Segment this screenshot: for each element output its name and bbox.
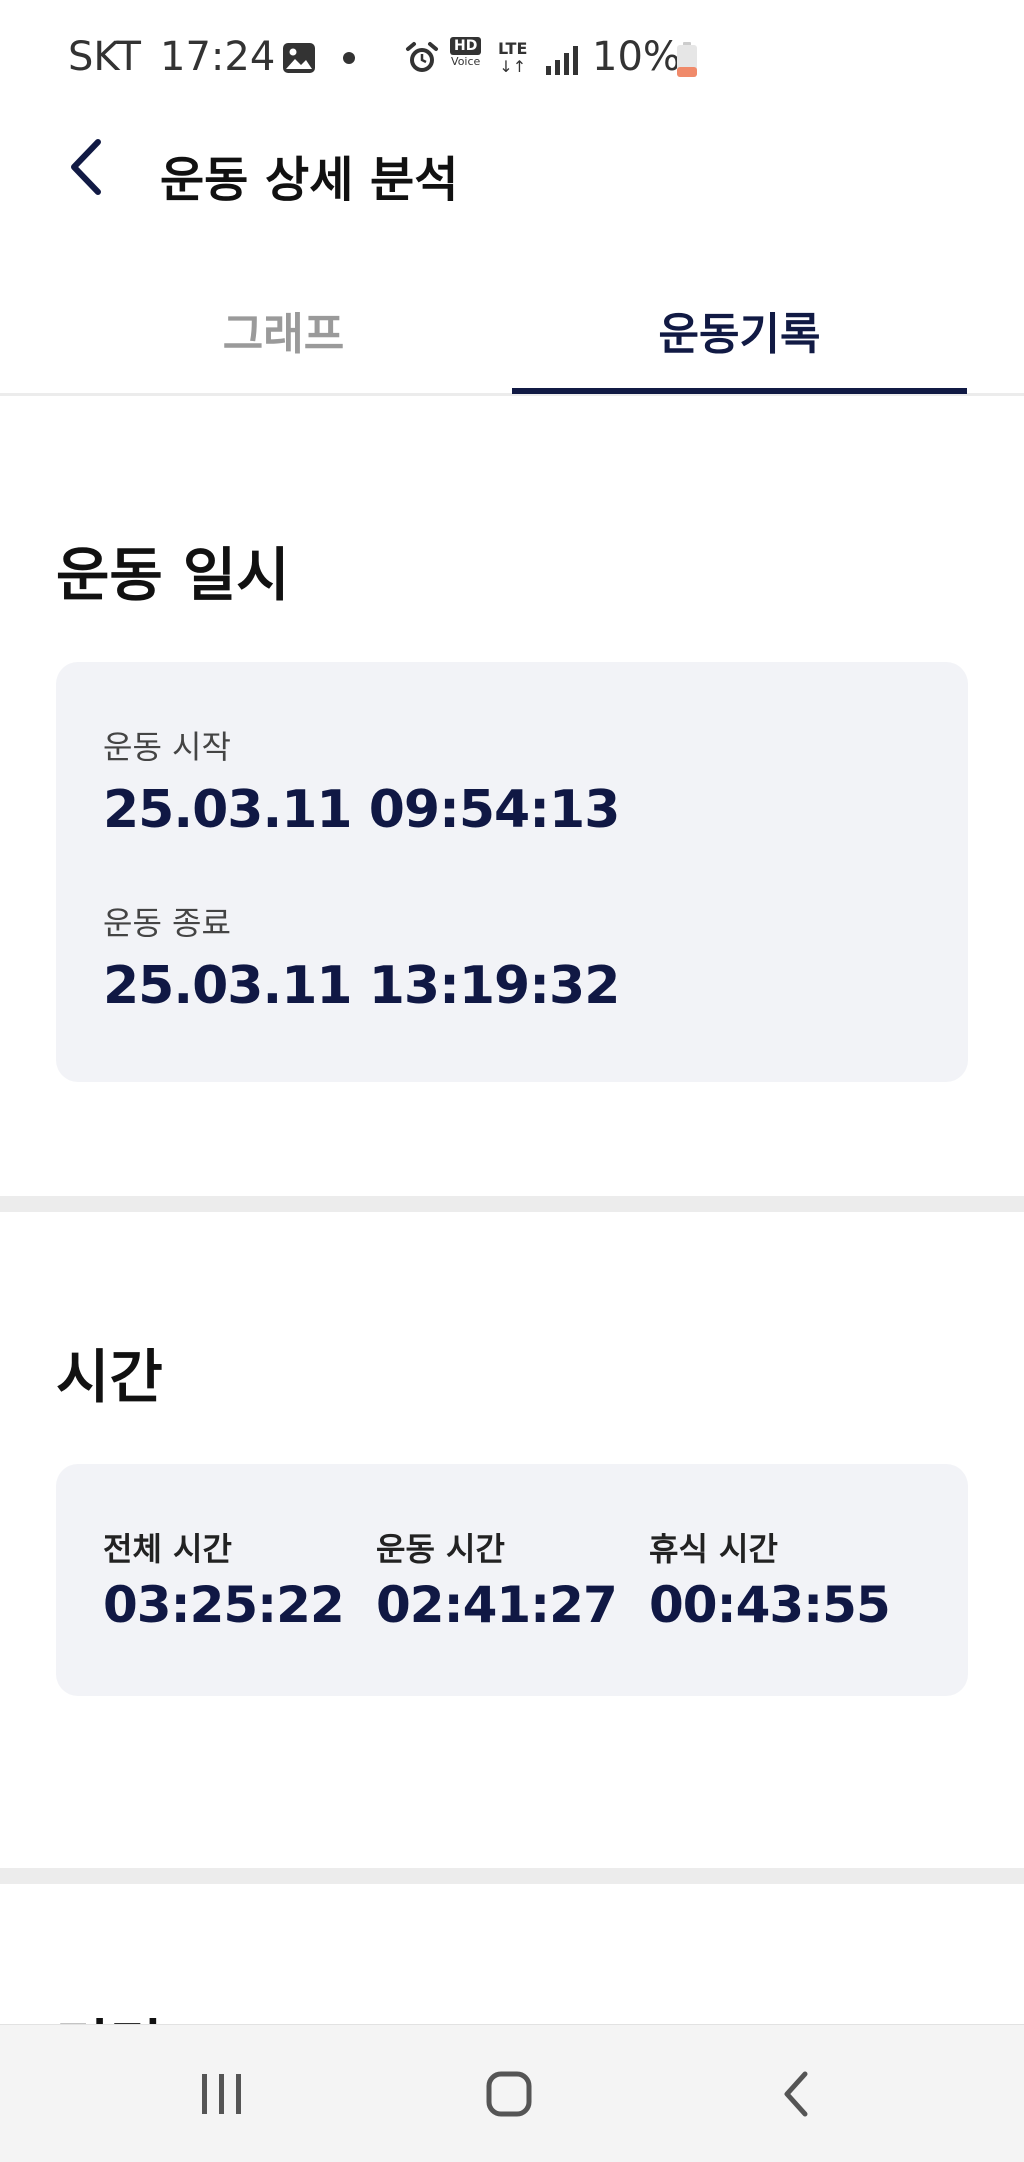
- status-bar: SKT 17:24 HD Voice LTE ↓↑ 10%: [0, 0, 1024, 118]
- home-icon: [486, 2071, 532, 2117]
- section-title-time: 시간: [56, 1343, 163, 1411]
- home-button[interactable]: [409, 2025, 609, 2162]
- time-card: 전체 시간 03:25:22 운동 시간 02:41:27 휴식 시간 00:4…: [56, 1464, 968, 1696]
- tab-workout-record[interactable]: 운동기록: [512, 260, 967, 396]
- lte-icon: LTE ↓↑: [498, 39, 528, 76]
- tab-graph[interactable]: 그래프: [56, 260, 511, 396]
- page-title: 운동 상세 분석: [160, 152, 459, 208]
- active-tab-indicator: [512, 388, 967, 394]
- end-label: 운동 종료: [103, 904, 231, 942]
- back-button[interactable]: [56, 132, 116, 202]
- section-title-distance: 거리: [56, 2000, 163, 2024]
- screen: SKT 17:24 HD Voice LTE ↓↑ 10% 운동 상세 분석 그…: [0, 0, 1024, 2162]
- battery-icon: [676, 42, 698, 82]
- notification-dot-icon: [343, 52, 355, 64]
- battery-percent-text: 10%: [592, 34, 681, 80]
- recent-apps-icon: [202, 2074, 241, 2114]
- section-divider: [0, 1196, 1024, 1212]
- datetime-card: 운동 시작 25.03.11 09:54:13 운동 종료 25.03.11 1…: [56, 662, 968, 1082]
- back-icon: [784, 2071, 808, 2117]
- recent-apps-button[interactable]: [122, 2025, 322, 2162]
- total-time-label: 전체 시간: [103, 1530, 232, 1568]
- section-divider: [0, 1868, 1024, 1884]
- rest-time-value: 00:43:55: [649, 1576, 891, 1634]
- gallery-icon: [282, 42, 316, 78]
- tab-bar: 그래프 운동기록: [0, 260, 1024, 396]
- next-section-wrapper: 거리: [0, 2000, 1024, 2024]
- rest-time-label: 휴식 시간: [649, 1530, 778, 1568]
- system-nav-bar: [0, 2024, 1024, 2162]
- exercise-time-value: 02:41:27: [376, 1576, 618, 1634]
- start-value: 25.03.11 09:54:13: [103, 780, 620, 840]
- network-label: LTE: [498, 39, 528, 58]
- hd-label: HD: [450, 37, 482, 55]
- signal-icon: [545, 44, 581, 80]
- total-time-value: 03:25:22: [103, 1576, 345, 1634]
- hd-voice-icon: HD Voice: [450, 37, 482, 68]
- voice-label: Voice: [451, 55, 481, 68]
- clock-text: 17:24: [160, 34, 276, 80]
- carrier-text: SKT: [68, 34, 141, 80]
- app-header: 운동 상세 분석: [0, 118, 1024, 224]
- alarm-icon: [404, 40, 440, 80]
- system-back-button[interactable]: [696, 2025, 896, 2162]
- chevron-left-icon: [71, 139, 101, 195]
- start-label: 운동 시작: [103, 728, 231, 766]
- exercise-time-label: 운동 시간: [376, 1530, 505, 1568]
- end-value: 25.03.11 13:19:32: [103, 956, 620, 1016]
- section-title-datetime: 운동 일시: [56, 541, 290, 609]
